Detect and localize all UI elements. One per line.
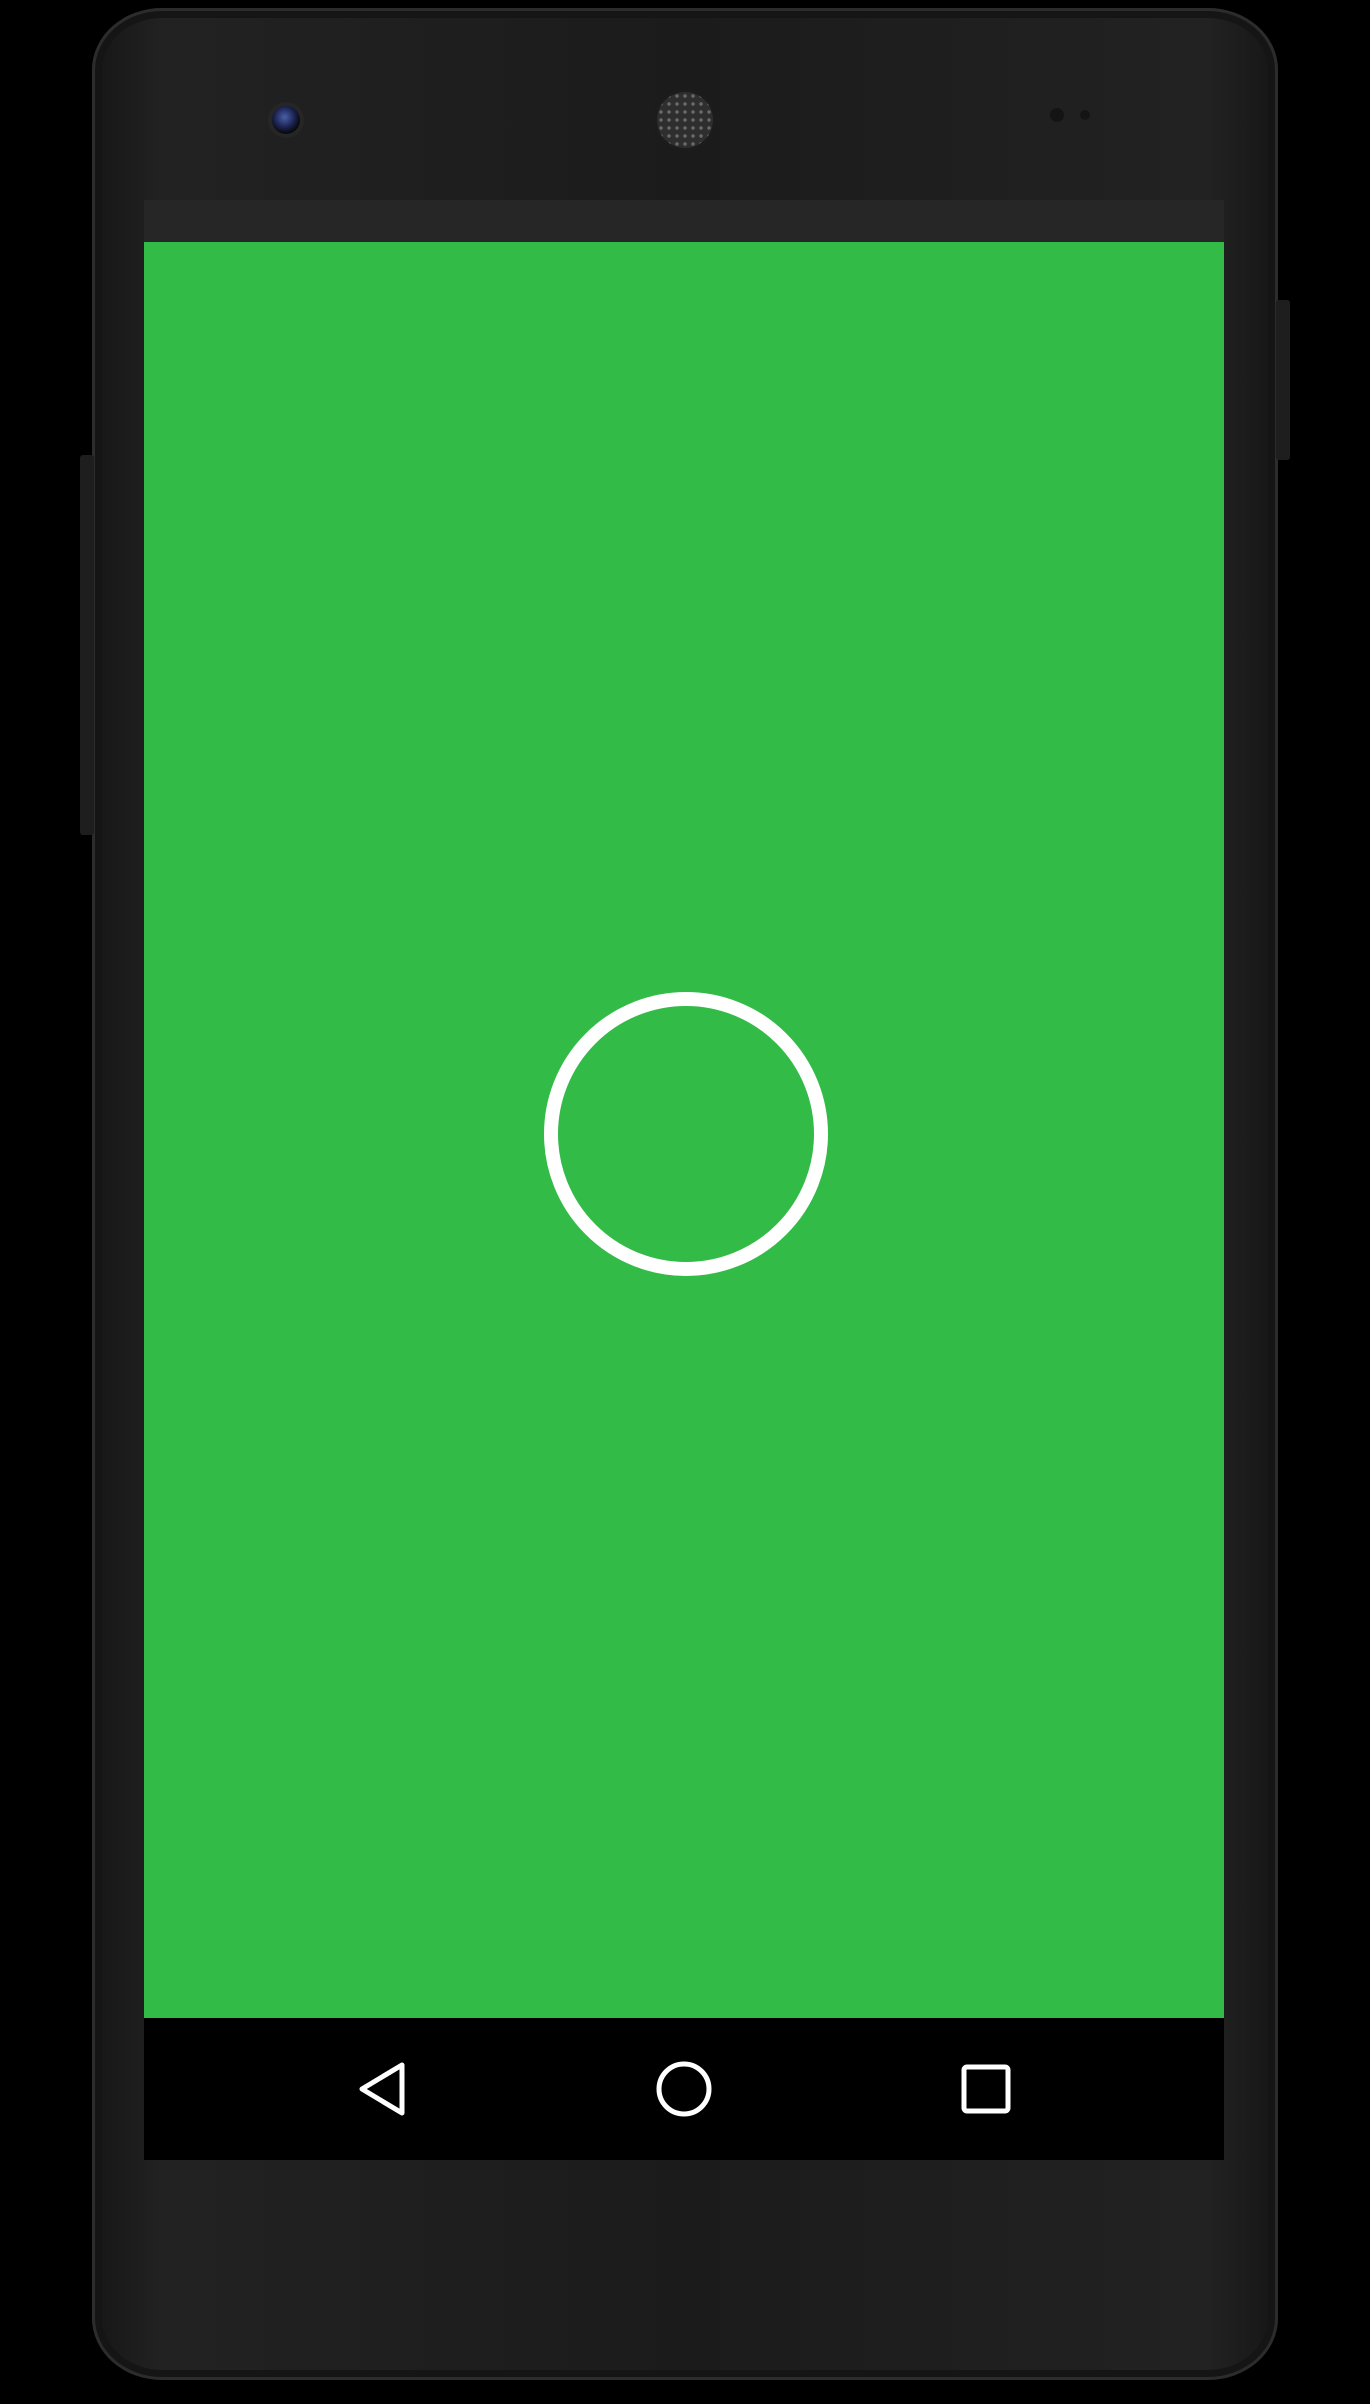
back-triangle-icon [359, 2062, 405, 2116]
navigation-bar [144, 2018, 1224, 2160]
back-button[interactable] [352, 2059, 412, 2119]
volume-rocker [80, 455, 94, 835]
front-camera-icon [272, 106, 300, 134]
home-circle-icon [656, 2061, 712, 2117]
app-content-area[interactable] [144, 242, 1224, 2018]
phone-screen [144, 200, 1224, 2160]
home-button[interactable] [654, 2059, 714, 2119]
sensor-dot-icon [1050, 108, 1064, 122]
earpiece-speaker-icon [657, 92, 713, 148]
power-button [1276, 300, 1290, 460]
recents-square-icon [961, 2064, 1011, 2114]
sensor-dot-icon [1080, 110, 1090, 120]
device-stage [0, 0, 1370, 2404]
status-bar [144, 200, 1224, 242]
proximity-sensors [1050, 108, 1110, 124]
loading-ring-icon [544, 992, 828, 1276]
recents-button[interactable] [956, 2059, 1016, 2119]
